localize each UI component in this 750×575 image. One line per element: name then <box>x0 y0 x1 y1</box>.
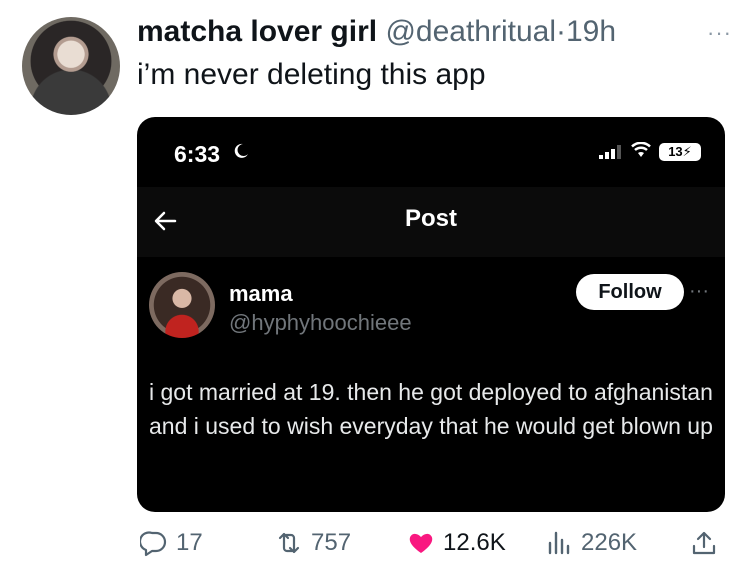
timestamp[interactable]: 19h <box>566 15 616 48</box>
tweet-header: matcha lover girl @deathritual·19h <box>137 15 616 49</box>
views-count: 226K <box>581 529 638 556</box>
post-author-handle[interactable]: @hyphyhoochieee <box>229 310 412 336</box>
battery-indicator: 13⚡ <box>659 143 701 161</box>
display-name[interactable]: matcha lover girl <box>137 15 377 48</box>
like-button[interactable]: 12.6K <box>407 529 506 557</box>
post-more-icon[interactable]: ··· <box>689 280 709 303</box>
reply-count: 17 <box>176 529 203 556</box>
separator: · <box>556 15 566 48</box>
post-author-avatar[interactable] <box>149 272 215 338</box>
handle[interactable]: @deathritual <box>385 15 556 48</box>
action-bar: 17 757 12.6K 226K <box>0 529 750 569</box>
status-time: 6:33 <box>174 141 221 167</box>
post-title: Post <box>404 205 457 232</box>
heart-icon <box>409 533 433 553</box>
like-count: 12.6K <box>443 529 506 556</box>
repost-count: 757 <box>311 529 352 556</box>
follow-button[interactable]: Follow <box>576 274 684 310</box>
reply-icon <box>140 531 167 557</box>
repost-icon <box>278 532 300 554</box>
author-avatar[interactable] <box>22 17 120 115</box>
tweet-text: i’m never deleting this app <box>137 58 486 91</box>
views-icon <box>548 531 570 555</box>
signal-icon <box>599 145 621 159</box>
battery-level: 13 <box>668 144 683 159</box>
reply-button[interactable]: 17 <box>140 529 203 557</box>
more-options-icon[interactable]: ··· <box>707 20 732 46</box>
embedded-screenshot[interactable]: 6:33 13⚡ Post mama @hyphyhoochieee Follo… <box>137 117 725 512</box>
repost-button[interactable]: 757 <box>275 529 351 557</box>
post-author-name[interactable]: mama <box>229 281 293 307</box>
views-button[interactable]: 226K <box>545 529 637 557</box>
wifi-icon <box>631 142 651 157</box>
share-icon <box>692 531 716 555</box>
post-text: i got married at 19. then he got deploye… <box>149 379 713 439</box>
moon-icon <box>234 143 248 158</box>
share-button[interactable] <box>690 529 718 557</box>
